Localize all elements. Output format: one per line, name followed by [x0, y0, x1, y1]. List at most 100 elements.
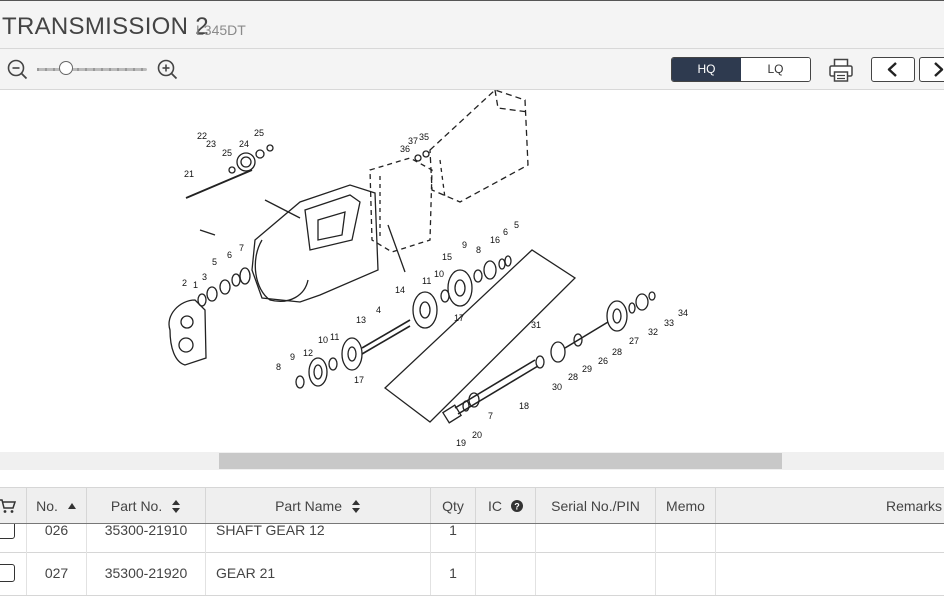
cell-part-name: GEAR 21 — [206, 551, 431, 595]
part-callout-label[interactable]: 10 — [434, 269, 444, 279]
part-callout-label[interactable]: 7 — [239, 243, 244, 253]
part-callout-label[interactable]: 25 — [254, 128, 264, 138]
column-part-name[interactable]: Part Name — [206, 488, 431, 523]
part-callout-label[interactable]: 20 — [472, 430, 482, 440]
part-callout-label[interactable]: 11 — [330, 332, 339, 342]
part-callout-label[interactable]: 33 — [664, 318, 674, 328]
part-callout-label[interactable]: 31 — [531, 320, 541, 330]
model-label: L345DT — [196, 22, 246, 38]
part-callout-label[interactable]: 9 — [290, 352, 295, 362]
part-callout-label[interactable]: 8 — [476, 245, 481, 255]
part-callout-label[interactable]: 19 — [456, 438, 466, 448]
part-callout-label[interactable]: 21 — [184, 169, 194, 179]
part-callout-label[interactable]: 5 — [514, 220, 519, 230]
part-callout-label[interactable]: 9 — [462, 240, 467, 250]
column-serial: Serial No./PIN — [536, 488, 656, 523]
cell-qty: 1 — [431, 524, 476, 552]
parts-diagram-viewer[interactable]: 1 2 3 4 5 5 6 6 7 7 8 8 9 9 10 10 11 11 12 13 14 15 16 17 17 18 19… — [0, 90, 944, 452]
row-select-cell — [0, 551, 27, 595]
part-callout-label[interactable]: 28 — [568, 372, 578, 382]
page-title: TRANSMISSION 2 — [2, 13, 209, 40]
part-callout-label[interactable]: 17 — [354, 375, 364, 385]
part-callout-label[interactable]: 16 — [490, 235, 500, 245]
cell-no: 027 — [27, 551, 87, 595]
part-callout-label[interactable]: 34 — [678, 308, 688, 318]
lq-button[interactable]: LQ — [741, 58, 810, 81]
cell-ic — [476, 524, 536, 552]
part-callout-label[interactable]: 23 — [206, 139, 216, 149]
sort-icon — [172, 499, 181, 513]
column-memo: Memo — [656, 488, 716, 523]
part-callout-label[interactable]: 4 — [376, 305, 381, 315]
zoom-in-icon[interactable] — [156, 58, 178, 80]
zoom-slider-thumb[interactable] — [59, 61, 73, 75]
part-callout-label[interactable]: 30 — [552, 382, 562, 392]
part-callout-label[interactable]: 28 — [612, 347, 622, 357]
part-callout-label[interactable]: 37 — [408, 136, 418, 146]
cell-part-no[interactable]: 35300-21910 — [87, 524, 206, 552]
next-page-button[interactable] — [919, 57, 944, 82]
row-checkbox[interactable] — [0, 524, 15, 539]
part-callout-label[interactable]: 8 — [276, 362, 281, 372]
part-callout-label[interactable]: 18 — [519, 401, 529, 411]
part-callout-label[interactable]: 3 — [202, 272, 207, 282]
cell-memo — [656, 551, 716, 595]
column-qty: Qty — [431, 488, 476, 523]
part-callout-label[interactable]: 32 — [648, 327, 658, 337]
part-callout-label[interactable]: 29 — [582, 364, 592, 374]
sort-icon — [351, 499, 360, 513]
cell-memo — [656, 524, 716, 552]
cell-no: 026 — [27, 524, 87, 552]
column-ic: IC ? — [476, 488, 536, 523]
cell-part-name: SHAFT GEAR 12 — [206, 524, 431, 552]
part-callout-label[interactable]: 6 — [503, 227, 508, 237]
part-callout-label[interactable]: 12 — [303, 348, 313, 358]
row-checkbox[interactable] — [0, 564, 15, 582]
cell-remarks — [716, 551, 944, 595]
svg-text:?: ? — [514, 502, 520, 512]
part-callout-label[interactable]: 13 — [356, 315, 366, 325]
part-callout-label[interactable]: 2 — [182, 278, 187, 288]
part-callout-label[interactable]: 24 — [239, 139, 249, 149]
cart-icon — [0, 499, 16, 513]
part-callout-label[interactable]: 7 — [488, 411, 493, 421]
part-callout-label[interactable]: 14 — [395, 285, 405, 295]
part-callout-label[interactable]: 26 — [598, 356, 608, 366]
column-remarks: Remarks — [885, 497, 942, 514]
parts-table-header: No. Part No. Part Name Qty IC ? Serial N… — [0, 487, 944, 524]
part-callout-label[interactable]: 27 — [629, 336, 639, 346]
cart-column-header[interactable] — [0, 488, 27, 523]
sort-asc-icon — [67, 503, 76, 510]
part-callout-label[interactable]: 5 — [212, 257, 217, 267]
printer-icon[interactable] — [827, 56, 855, 84]
part-callout-label[interactable]: 17 — [454, 313, 464, 323]
quality-toggle: HQ LQ — [671, 57, 811, 82]
exploded-parts-diagram: 1234556677889910101111121314151617171819… — [168, 90, 688, 448]
horizontal-scrollbar[interactable] — [0, 452, 944, 470]
table-row[interactable]: 027 35300-21920 GEAR 21 1 — [0, 551, 944, 596]
cell-qty: 1 — [431, 551, 476, 595]
part-callout-label[interactable]: 11 — [422, 276, 431, 286]
cell-part-no[interactable]: 35300-21920 — [87, 551, 206, 595]
cell-serial — [536, 551, 656, 595]
part-callout-label[interactable]: 10 — [318, 335, 328, 345]
parts-table-body: 026 35300-21910 SHAFT GEAR 12 1 027 3530… — [0, 524, 944, 601]
part-callout-label[interactable]: 6 — [227, 250, 232, 260]
part-callout-label[interactable]: 35 — [419, 132, 429, 142]
column-no[interactable]: No. — [27, 488, 87, 523]
horizontal-scrollbar-thumb[interactable] — [219, 453, 782, 469]
column-part-no[interactable]: Part No. — [87, 488, 206, 523]
help-circle-icon[interactable]: ? — [510, 500, 523, 513]
chevron-left-icon — [887, 62, 897, 77]
chevron-right-icon — [934, 62, 944, 77]
zoom-out-icon[interactable] — [6, 58, 28, 80]
zoom-slider[interactable] — [37, 68, 147, 71]
page-header: TRANSMISSION 2 L345DT — [0, 0, 944, 49]
part-callout-label[interactable]: 15 — [442, 252, 452, 262]
part-callout-label[interactable]: 25 — [222, 148, 232, 158]
prev-page-button[interactable] — [871, 57, 915, 82]
part-callout-label[interactable]: 1 — [193, 280, 198, 290]
cell-remarks — [716, 524, 944, 552]
table-row[interactable]: 026 35300-21910 SHAFT GEAR 12 1 — [0, 524, 944, 553]
hq-button[interactable]: HQ — [672, 58, 741, 81]
